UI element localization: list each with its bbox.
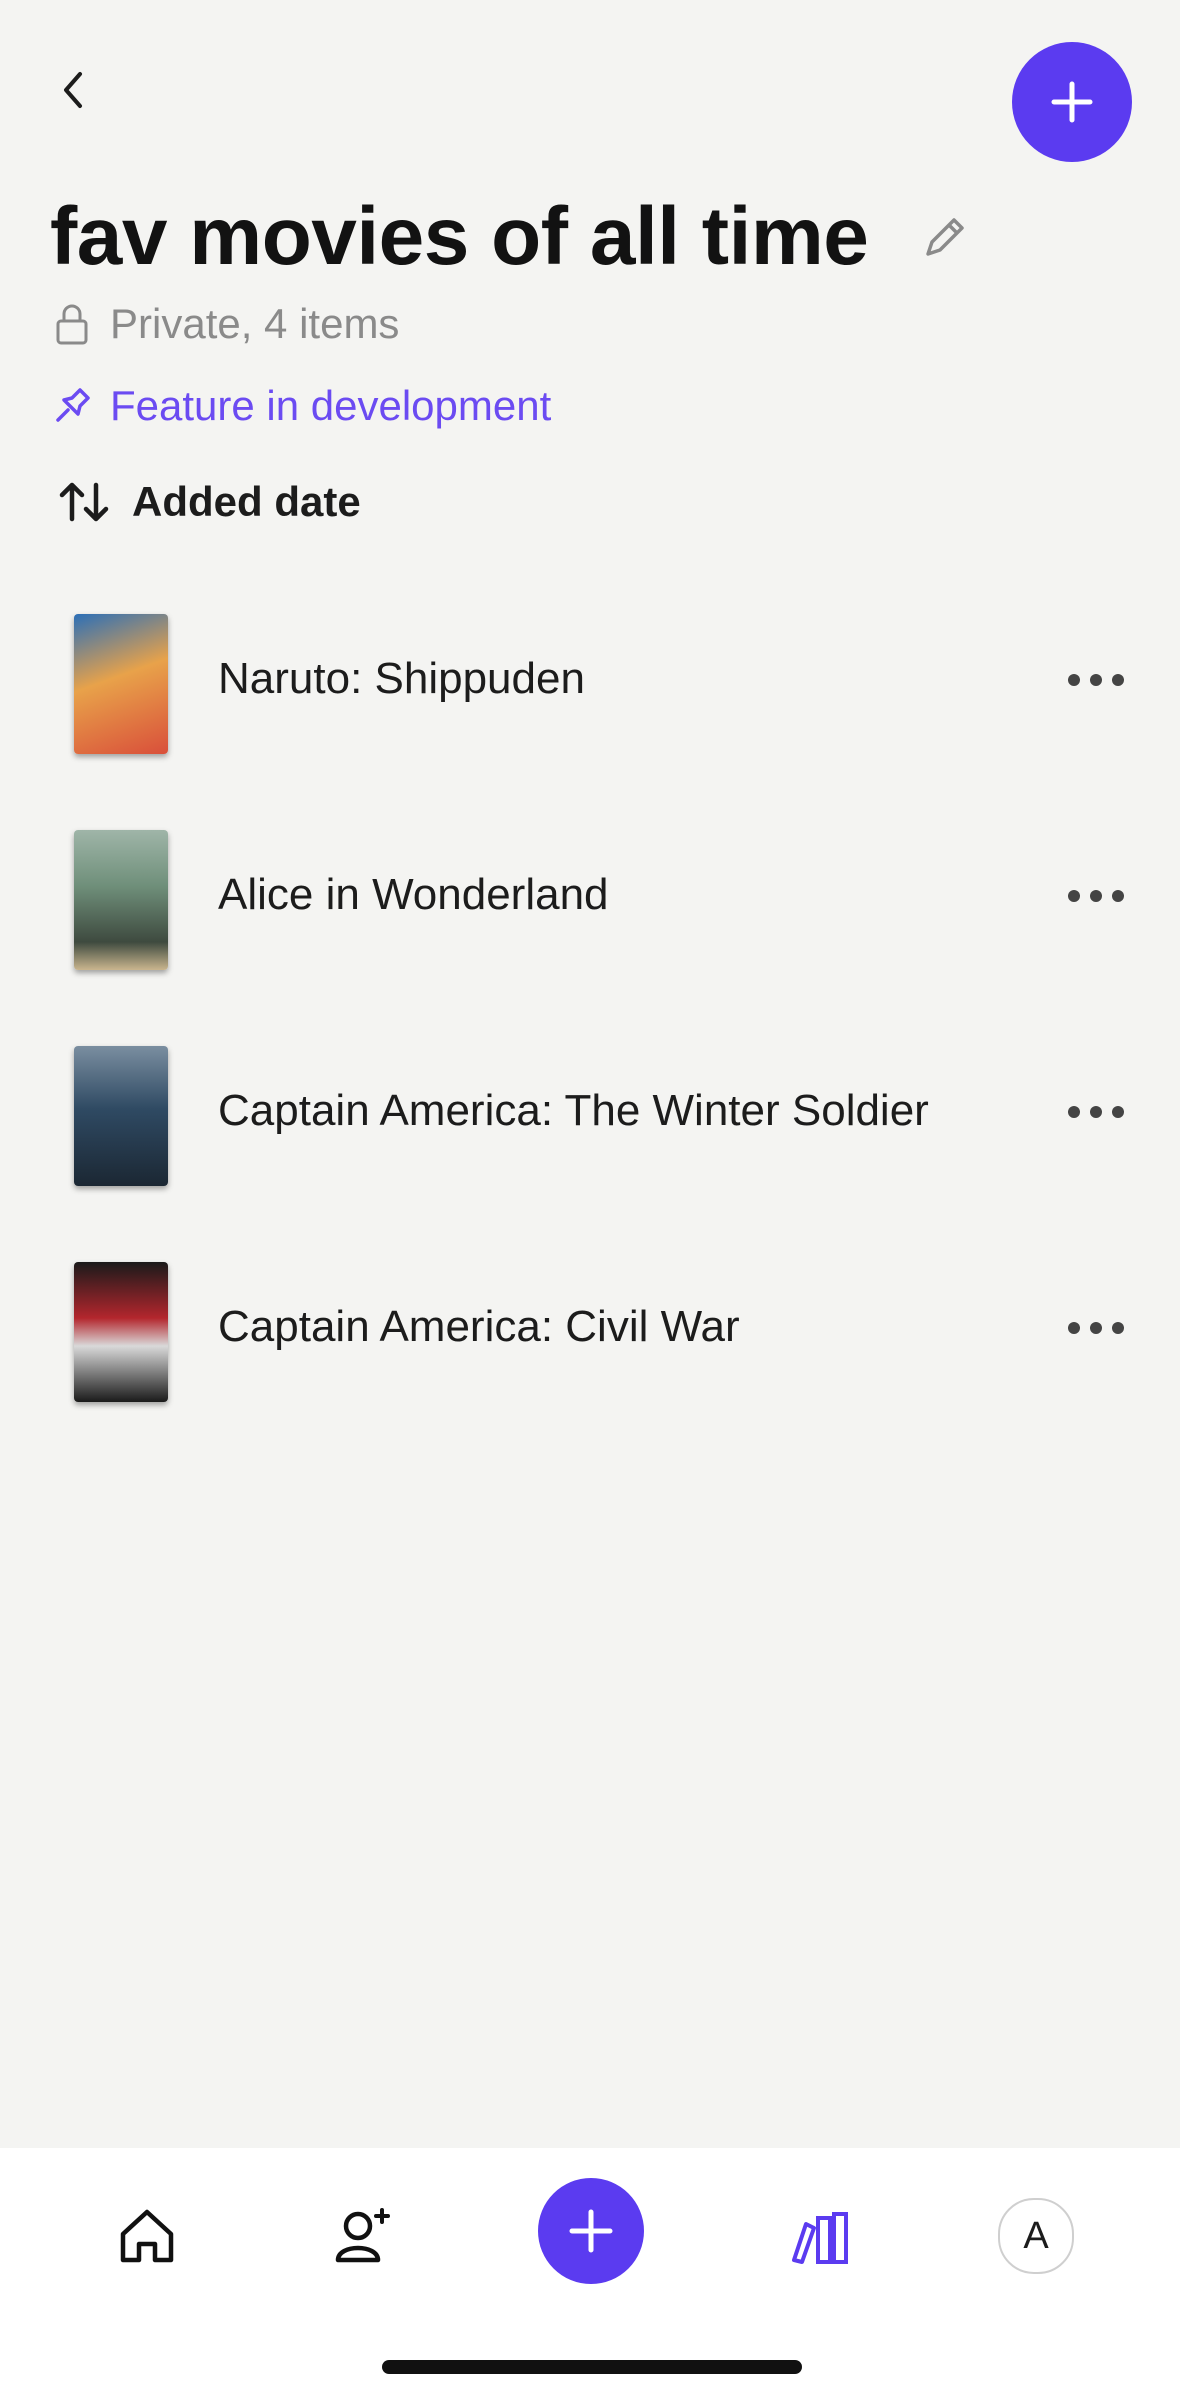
tab-library[interactable]: [760, 2176, 880, 2296]
back-button[interactable]: [48, 60, 98, 120]
plus-icon: [569, 2209, 613, 2253]
movie-list: Naruto: Shippuden Alice in Wonderland Ca…: [0, 600, 1180, 1464]
more-options-button[interactable]: [1068, 1318, 1124, 1338]
avatar: A: [998, 2198, 1074, 2274]
poster-image: [74, 1262, 168, 1402]
add-friend-icon: [335, 2208, 390, 2263]
more-options-button[interactable]: [1068, 886, 1124, 906]
movie-title: Naruto: Shippuden: [218, 654, 585, 703]
more-options-button[interactable]: [1068, 670, 1124, 690]
add-item-button[interactable]: [1012, 42, 1132, 162]
page-title: fav movies of all time: [50, 191, 869, 282]
list-item[interactable]: Captain America: The Winter Soldier: [0, 1032, 1180, 1248]
more-options-button[interactable]: [1068, 1102, 1124, 1122]
chevron-left-icon: [64, 72, 82, 108]
pencil-icon: [926, 218, 964, 256]
list-item[interactable]: Naruto: Shippuden: [0, 600, 1180, 816]
list-meta: Private, 4 items: [52, 300, 399, 348]
sort-arrows-icon: [59, 482, 109, 522]
list-item[interactable]: Alice in Wonderland: [0, 816, 1180, 1032]
tab-add-friend[interactable]: [302, 2176, 422, 2296]
feature-text: Feature in development: [110, 382, 552, 429]
tab-home[interactable]: [87, 2176, 207, 2296]
movie-title: Captain America: Civil War: [218, 1302, 740, 1351]
movie-title: Captain America: The Winter Soldier: [218, 1086, 929, 1135]
pin-icon: [56, 388, 90, 422]
movie-title: Alice in Wonderland: [218, 870, 609, 919]
bottom-tab-bar: A: [0, 2148, 1180, 2396]
poster-image: [74, 1046, 168, 1186]
home-indicator: [382, 2360, 802, 2374]
plus-icon: [1051, 81, 1093, 123]
poster-image: [74, 614, 168, 754]
sort-button[interactable]: Added date: [56, 478, 361, 526]
poster-image: [74, 830, 168, 970]
home-icon: [120, 2209, 174, 2263]
lock-icon: [56, 304, 88, 345]
list-item[interactable]: Captain America: Civil War: [0, 1248, 1180, 1464]
tab-add-button[interactable]: [538, 2178, 644, 2284]
sort-label: Added date: [132, 478, 361, 525]
edit-title-button[interactable]: [918, 210, 972, 264]
feature-in-development[interactable]: Feature in development: [50, 382, 551, 430]
privacy-count-text: Private, 4 items: [110, 300, 400, 347]
library-icon: [792, 2212, 848, 2264]
tab-profile[interactable]: A: [976, 2176, 1096, 2296]
